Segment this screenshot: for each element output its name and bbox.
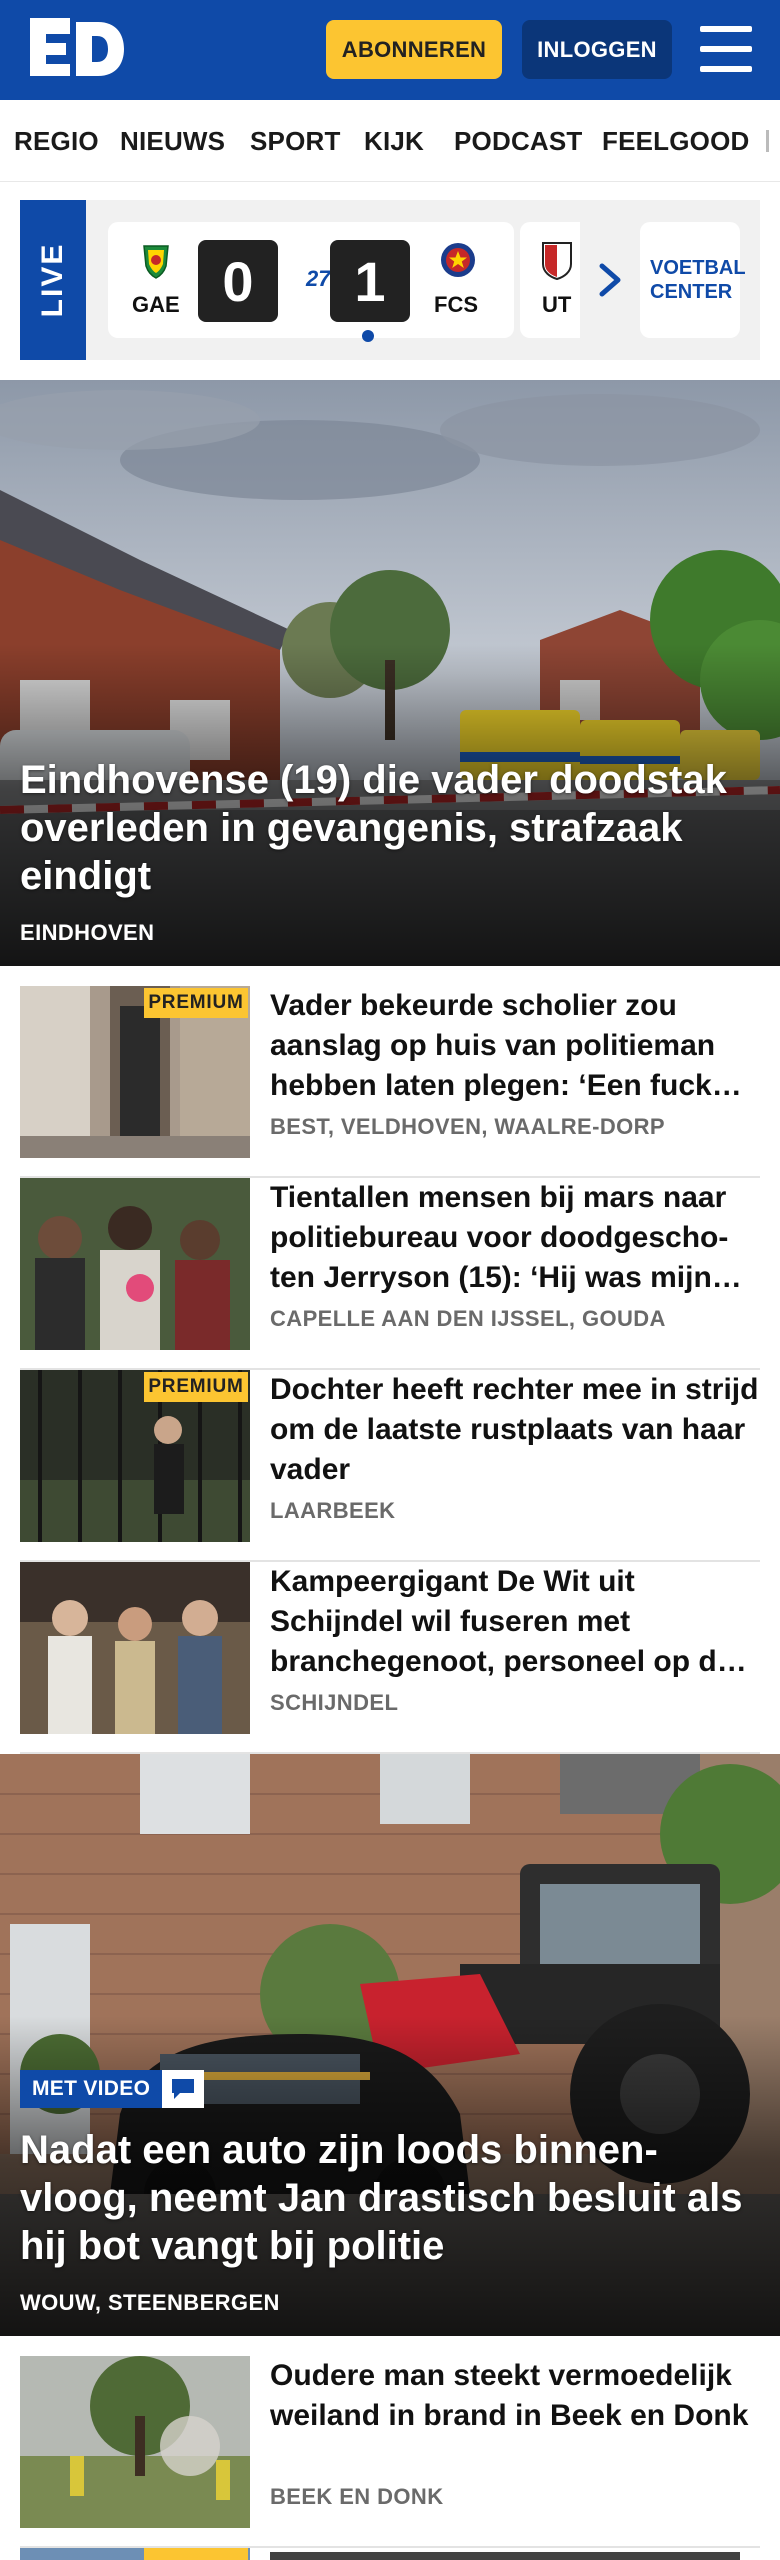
video-badge-label: MET VIDEO	[20, 2070, 163, 2108]
nav-item-nieuws[interactable]: NIEUWS	[120, 126, 225, 157]
video-badge: MET VIDEO	[20, 2070, 205, 2108]
article-headline-partial	[270, 2552, 740, 2560]
hero-headline-1[interactable]: Eindhovense (19) die vader doodstak over…	[20, 756, 756, 900]
site-logo[interactable]	[26, 18, 126, 80]
away-team-logo-icon	[438, 240, 478, 280]
chat-bubble-icon	[162, 2070, 205, 2108]
live-badge: LIVE	[20, 200, 86, 360]
article-location: SCHIJNDEL	[270, 1690, 399, 1715]
nav-item-feelgood[interactable]: FEELGOOD	[602, 126, 750, 157]
article-thumbnail	[20, 1178, 250, 1350]
nav-overflow-divider	[766, 130, 769, 152]
home-team-code: GAE	[132, 292, 180, 317]
nav-item-regio[interactable]: REGIO	[14, 126, 99, 157]
article-headline[interactable]: Dochter heeft rechter mee in strijd om d…	[270, 1370, 760, 1490]
article-thumbnail	[20, 2356, 250, 2528]
section-nav: REGIO NIEUWS SPORT KIJK PODCAST FEELGOOD	[0, 100, 780, 182]
premium-badge: PREMIUM	[144, 1372, 248, 1402]
hero-location-1: EINDHOVEN	[20, 920, 155, 945]
article-row-partial[interactable]	[20, 2548, 760, 2560]
article-location: CAPELLE AAN DEN IJSSEL, GOUDA	[270, 1306, 666, 1331]
premium-badge	[144, 2548, 248, 2560]
hero-article-1[interactable]: Eindhovense (19) die vader doodstak over…	[0, 380, 780, 966]
site-header: ABONNEREN INLOGGEN	[0, 0, 780, 100]
match-card[interactable]: GAE 0 27' 1 FCS	[108, 222, 514, 342]
article-headline[interactable]: Vader bekeurde scholier zou aanslag op h…	[270, 986, 760, 1106]
nav-item-kijk[interactable]: KIJK	[364, 126, 424, 157]
premium-badge: PREMIUM	[144, 988, 248, 1018]
nav-item-sport[interactable]: SPORT	[250, 126, 341, 157]
article-location: BEST, VELDHOVEN, WAALRE-DORP	[270, 1114, 666, 1139]
article-headline[interactable]: Tientallen mensen bij mars naar politieb…	[270, 1178, 760, 1298]
live-scores-strip: LIVE GAE 0 27' 1 FCS UT VOETBAL CENTER	[20, 200, 760, 360]
article-row[interactable]: PREMIUM Dochter heeft rechter mee in str…	[20, 1370, 760, 1562]
article-row[interactable]: Kampeergigant De Wit uit Schijndel wil f…	[20, 1562, 760, 1754]
hero-headline-2[interactable]: Nadat een auto zijn loods binnen­vloog, …	[20, 2126, 756, 2270]
login-button[interactable]: INLOGGEN	[522, 20, 672, 79]
away-score: 1	[330, 240, 410, 322]
voetbal-center-link[interactable]: VOETBAL CENTER	[640, 222, 746, 338]
hamburger-menu-icon[interactable]	[700, 26, 752, 72]
article-thumbnail	[20, 1562, 250, 1734]
chevron-right-icon[interactable]	[592, 260, 628, 300]
article-row[interactable]: Oudere man steekt vermoedelijk weiland i…	[20, 2356, 760, 2548]
subscribe-button[interactable]: ABONNEREN	[326, 20, 502, 79]
nav-item-podcast[interactable]: PODCAST	[454, 126, 583, 157]
away-team-code: FCS	[434, 292, 478, 317]
article-row[interactable]: Tientallen mensen bij mars naar politieb…	[20, 1178, 760, 1370]
hero-article-2[interactable]: MET VIDEO Nadat een auto zijn loods binn…	[0, 1754, 780, 2336]
article-headline[interactable]: Kampeergigant De Wit uit Schijndel wil f…	[270, 1562, 760, 1682]
hero-location-2: WOUW, STEENBERGEN	[20, 2290, 280, 2315]
home-team-logo-icon	[136, 240, 176, 280]
article-location: BEEK EN DONK	[270, 2484, 444, 2509]
home-score: 0	[198, 240, 278, 322]
next-team-code: UT	[542, 292, 572, 317]
article-headline[interactable]: Oudere man steekt vermoedelijk weiland i…	[270, 2356, 760, 2436]
next-match-card[interactable]: UT	[520, 222, 580, 338]
next-team-logo-icon	[540, 240, 574, 285]
goal-indicator-icon	[362, 330, 374, 342]
article-row[interactable]: PREMIUM Vader bekeurde scholier zou aans…	[20, 986, 760, 1178]
article-location: LAARBEEK	[270, 1498, 396, 1523]
